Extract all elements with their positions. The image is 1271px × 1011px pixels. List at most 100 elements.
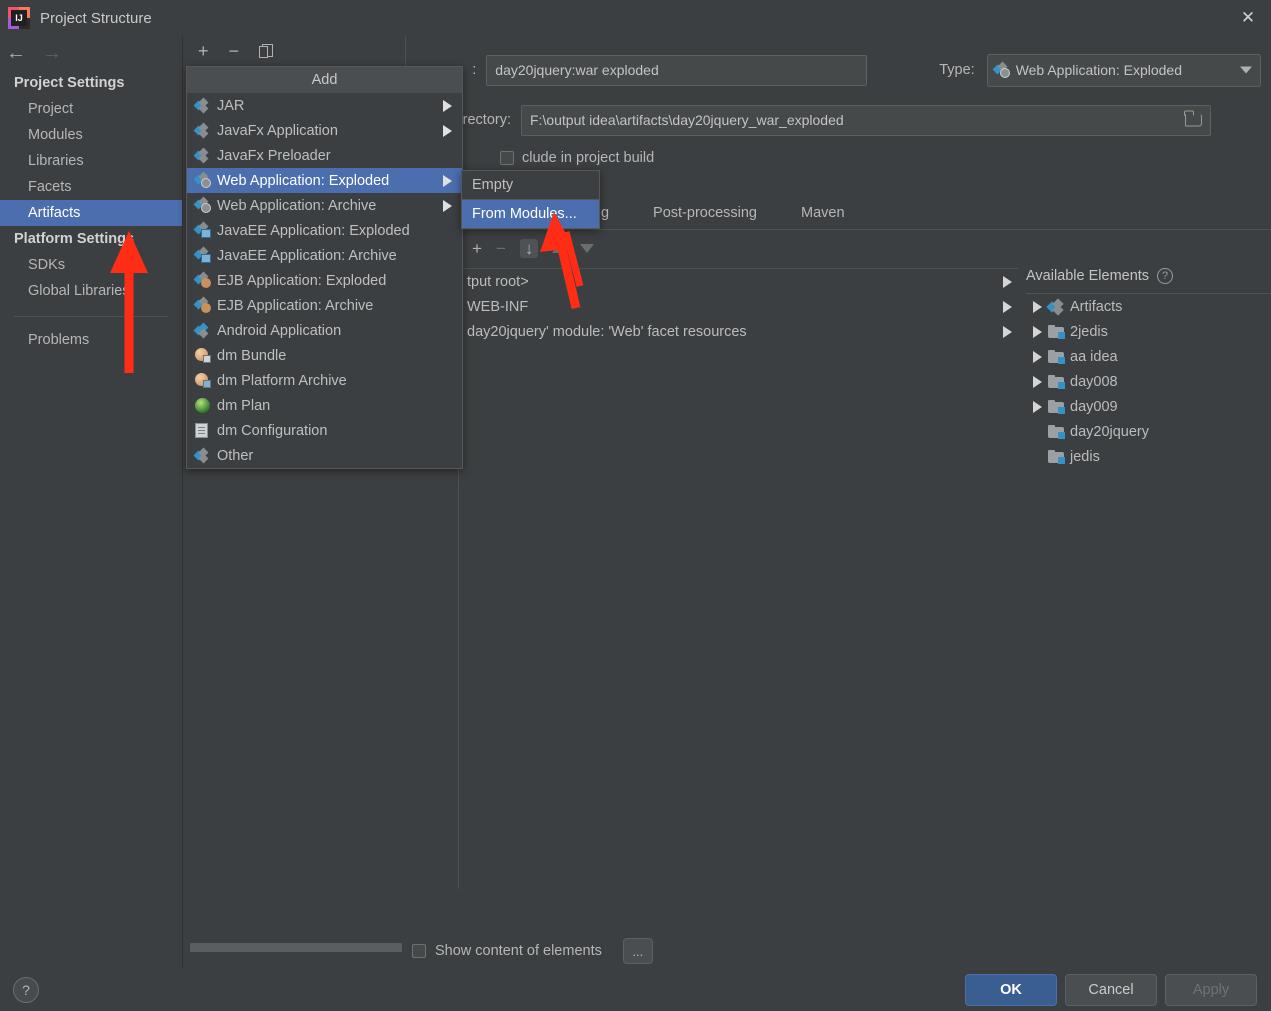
menu-item-dm-bundle[interactable]: dm Bundle bbox=[187, 343, 462, 368]
module-folder-icon bbox=[1048, 350, 1070, 364]
menu-item-label: dm Platform Archive bbox=[217, 373, 347, 389]
help-button[interactable]: ? bbox=[13, 977, 39, 1003]
show-content-of-elements-checkbox[interactable] bbox=[412, 944, 426, 958]
sidebar-group-project-settings: Project Settings bbox=[0, 70, 182, 96]
menu-item-javafx-preloader[interactable]: JavaFx Preloader bbox=[187, 143, 462, 168]
arrow-down-icon[interactable]: ↓ bbox=[520, 239, 539, 258]
menu-item-web-application-archive[interactable]: Web Application: Archive bbox=[187, 193, 462, 218]
copy-icon[interactable] bbox=[259, 44, 273, 59]
chevron-right-icon[interactable] bbox=[1003, 276, 1012, 288]
minus-icon[interactable]: − bbox=[229, 42, 240, 60]
submenu-item-empty[interactable]: Empty bbox=[462, 171, 599, 199]
add-menu-header: Add bbox=[187, 67, 462, 93]
list-item[interactable]: day20jquery bbox=[1026, 419, 1261, 444]
folder-icon[interactable] bbox=[1185, 114, 1202, 127]
chevron-down-icon bbox=[1240, 67, 1252, 74]
list-item[interactable]: 2jedis bbox=[1026, 319, 1261, 344]
plus-icon[interactable]: + bbox=[198, 42, 209, 60]
output-directory-value: F:\output idea\artifacts\day20jquery_war… bbox=[530, 112, 844, 128]
menu-item-ejb-application-archive[interactable]: EJB Application: Archive bbox=[187, 293, 462, 318]
menu-item-android-application[interactable]: Android Application bbox=[187, 318, 462, 343]
tab-maven[interactable]: Maven bbox=[779, 201, 867, 225]
menu-item-javaee-application-archive[interactable]: JavaEE Application: Archive bbox=[187, 243, 462, 268]
menu-item-javafx-application[interactable]: JavaFx Application bbox=[187, 118, 462, 143]
horizontal-scrollbar[interactable] bbox=[190, 943, 402, 952]
menu-item-label: JAR bbox=[217, 98, 244, 114]
chevron-right-icon[interactable] bbox=[1003, 326, 1012, 338]
chevron-right-icon bbox=[443, 200, 452, 212]
name-input[interactable]: day20jquery:war exploded bbox=[486, 55, 867, 86]
tree-row[interactable]: day20jquery' module: 'Web' facet resourc… bbox=[459, 319, 1018, 344]
chevron-right-icon[interactable] bbox=[1026, 376, 1048, 388]
menu-item-label: Web Application: Archive bbox=[217, 198, 376, 214]
arrow-down-gray-icon[interactable] bbox=[580, 244, 594, 253]
submenu-item-from-modules[interactable]: From Modules... bbox=[462, 200, 599, 228]
chevron-right-icon[interactable] bbox=[1003, 301, 1012, 313]
menu-item-label: dm Bundle bbox=[217, 348, 286, 364]
include-in-project-build-row[interactable]: clude in project build bbox=[500, 150, 1261, 166]
chevron-right-icon[interactable] bbox=[1026, 326, 1048, 338]
include-in-project-build-label: clude in project build bbox=[522, 150, 654, 166]
ok-button[interactable]: OK bbox=[965, 974, 1057, 1006]
menu-item-label: EJB Application: Exploded bbox=[217, 273, 386, 289]
intellij-idea-icon: IJ bbox=[8, 7, 30, 29]
menu-item-label: Other bbox=[217, 448, 253, 464]
dialog-buttons: OK Cancel Apply bbox=[965, 974, 1257, 1006]
include-in-project-build-checkbox[interactable] bbox=[500, 151, 514, 165]
tree-row[interactable]: tput root> bbox=[459, 269, 1018, 294]
sidebar-item-modules[interactable]: Modules bbox=[0, 122, 182, 148]
minus-icon[interactable]: − bbox=[496, 240, 506, 257]
menu-item-dm-platform-archive[interactable]: dm Platform Archive bbox=[187, 368, 462, 393]
list-item[interactable]: day009 bbox=[1026, 394, 1261, 419]
sidebar-item-facets[interactable]: Facets bbox=[0, 174, 182, 200]
menu-item-ejb-application-exploded[interactable]: EJB Application: Exploded bbox=[187, 268, 462, 293]
question-mark-icon[interactable]: ? bbox=[1157, 268, 1173, 284]
menu-item-other[interactable]: Other bbox=[187, 443, 462, 468]
chevron-right-icon[interactable] bbox=[1026, 401, 1048, 413]
sidebar-item-project[interactable]: Project bbox=[0, 96, 182, 122]
tree-row-label: WEB-INF bbox=[467, 299, 528, 315]
list-item[interactable]: Artifacts bbox=[1026, 294, 1261, 319]
name-row: : day20jquery:war exploded Type: Web A bbox=[406, 54, 1261, 86]
show-content-of-elements-label: Show content of elements bbox=[435, 943, 602, 959]
close-icon[interactable]: ✕ bbox=[1225, 0, 1271, 36]
chevron-right-icon[interactable] bbox=[1026, 301, 1048, 313]
sidebar-item-global-libraries[interactable]: Global Libraries bbox=[0, 278, 182, 304]
ejb-icon bbox=[195, 273, 217, 288]
apply-button[interactable]: Apply bbox=[1165, 974, 1257, 1006]
menu-item-web-application-exploded[interactable]: Web Application: Exploded bbox=[187, 168, 462, 193]
menu-item-label: JavaFx Preloader bbox=[217, 148, 331, 164]
more-options-button[interactable]: ... bbox=[623, 938, 653, 964]
arrow-right-icon[interactable]: → bbox=[42, 43, 62, 63]
chevron-right-icon bbox=[443, 100, 452, 112]
arrow-up-icon[interactable] bbox=[552, 244, 566, 253]
title-bar: IJ Project Structure ✕ bbox=[0, 0, 1271, 36]
tree-row[interactable]: WEB-INF bbox=[459, 294, 1018, 319]
cancel-button[interactable]: Cancel bbox=[1065, 974, 1157, 1006]
project-structure-dialog: IJ Project Structure ✕ ← → Project Setti… bbox=[0, 0, 1271, 1011]
sidebar-item-sdks[interactable]: SDKs bbox=[0, 252, 182, 278]
sidebar-item-problems[interactable]: Problems bbox=[0, 327, 182, 353]
menu-item-javaee-application-exploded[interactable]: JavaEE Application: Exploded bbox=[187, 218, 462, 243]
chevron-right-icon[interactable] bbox=[1026, 351, 1048, 363]
menu-item-jar[interactable]: JAR bbox=[187, 93, 462, 118]
add-artifact-menu: Add JAR JavaFx Application JavaFx Preloa… bbox=[186, 66, 463, 469]
output-directory-input[interactable]: F:\output idea\artifacts\day20jquery_war… bbox=[521, 105, 1211, 136]
other-icon bbox=[195, 449, 217, 463]
tree-row-label: day20jquery' module: 'Web' facet resourc… bbox=[467, 324, 747, 340]
javaee-icon bbox=[195, 223, 217, 238]
sidebar-item-libraries[interactable]: Libraries bbox=[0, 148, 182, 174]
tab-post-processing[interactable]: Post-processing bbox=[631, 201, 779, 225]
menu-item-dm-plan[interactable]: dm Plan bbox=[187, 393, 462, 418]
menu-item-label: dm Configuration bbox=[217, 423, 327, 439]
sidebar-item-artifacts[interactable]: Artifacts bbox=[0, 200, 182, 226]
list-item[interactable]: day008 bbox=[1026, 369, 1261, 394]
plus-dropdown-icon[interactable]: + bbox=[472, 240, 482, 257]
menu-item-dm-configuration[interactable]: dm Configuration bbox=[187, 418, 462, 443]
output-directory-row: ut directory: F:\output idea\artifacts\d… bbox=[406, 104, 1261, 136]
list-item[interactable]: jedis bbox=[1026, 444, 1261, 469]
available-elements-tree: Artifacts 2jedis aa idea bbox=[1026, 294, 1261, 889]
type-combobox[interactable]: Web Application: Exploded bbox=[987, 54, 1261, 87]
list-item[interactable]: aa idea bbox=[1026, 344, 1261, 369]
arrow-left-icon[interactable]: ← bbox=[6, 43, 26, 63]
